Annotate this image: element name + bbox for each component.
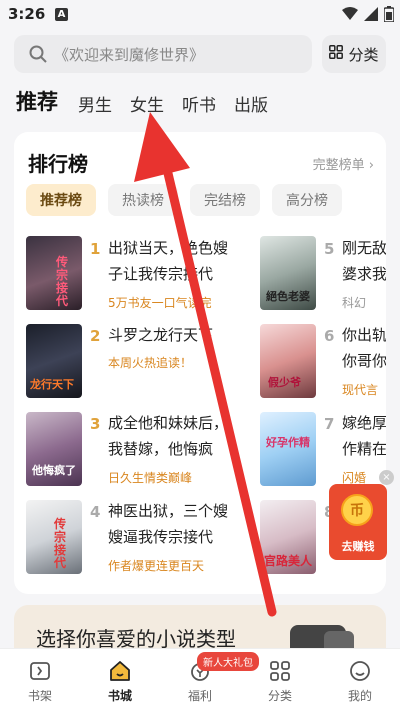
pill-completed[interactable]: 完结榜 bbox=[190, 184, 260, 216]
tab-male[interactable]: 男生 bbox=[78, 91, 112, 120]
notification-icon: A bbox=[55, 8, 68, 21]
book-title[interactable]: 你出轨 bbox=[342, 323, 386, 347]
nav-label: 我的 bbox=[347, 689, 372, 703]
book-cover[interactable]: 假少爷 bbox=[260, 324, 316, 398]
book-title[interactable]: 斗罗之龙行天下 bbox=[108, 323, 213, 347]
tab-audio[interactable]: 听书 bbox=[182, 91, 216, 120]
cover-text: 传宗接代 bbox=[54, 517, 67, 570]
signal-icon bbox=[364, 7, 378, 21]
new-user-gift-badge: 新人大礼包 bbox=[197, 652, 259, 671]
status-bar: 3:26 A bbox=[0, 0, 400, 28]
category-icon bbox=[270, 661, 290, 681]
battery-icon bbox=[384, 6, 394, 22]
ranking-pills: 推荐榜 热读榜 完结榜 高分榜 bbox=[26, 184, 354, 216]
status-time: 3:26 bbox=[8, 5, 46, 23]
rank-number: 6 bbox=[324, 327, 335, 345]
book-cover[interactable]: 官路美人 bbox=[260, 500, 316, 574]
book-title[interactable]: 我替嫁，他悔疯 bbox=[108, 437, 213, 461]
book-title[interactable]: 婆求我 bbox=[342, 262, 386, 286]
tab-recommend[interactable]: 推荐 bbox=[16, 86, 58, 120]
nav-label: 福利 bbox=[187, 689, 212, 703]
book-tag: 5万书友一口气读完 bbox=[108, 296, 212, 310]
cover-text: 官路美人 bbox=[264, 554, 313, 568]
book-tag: 日久生情类巅峰 bbox=[108, 471, 193, 485]
rank-number: 2 bbox=[90, 327, 101, 345]
book-tag: 科幻 bbox=[342, 296, 367, 310]
grid-icon bbox=[329, 45, 344, 63]
category-button[interactable]: 分类 bbox=[322, 35, 386, 73]
book-tag: 现代言 bbox=[342, 383, 379, 397]
book-cover[interactable]: 絕色老婆 bbox=[260, 236, 316, 310]
close-icon[interactable]: × bbox=[379, 470, 394, 485]
book-title[interactable]: 嫁绝厚 bbox=[342, 411, 386, 435]
ranking-title: 排行榜 bbox=[28, 152, 88, 176]
rank-number: 5 bbox=[324, 240, 335, 258]
nav-bookshelf[interactable]: 书架 bbox=[0, 649, 80, 711]
cover-text: 絕色老婆 bbox=[266, 290, 310, 303]
pill-high-score[interactable]: 高分榜 bbox=[272, 184, 342, 216]
rank-number: 3 bbox=[90, 415, 101, 433]
book-cover[interactable]: 龙行天下 bbox=[26, 324, 82, 398]
tab-female[interactable]: 女生 bbox=[130, 91, 164, 120]
rank-number: 4 bbox=[90, 503, 101, 521]
book-cover[interactable]: 传宗接代 bbox=[26, 236, 82, 310]
cover-text: 传宗接代 bbox=[56, 255, 69, 308]
coin-icon: 币 bbox=[341, 494, 373, 526]
cover-text: 假少爷 bbox=[268, 376, 301, 389]
book-title[interactable]: 嫂逼我传宗接代 bbox=[108, 525, 213, 549]
profile-icon bbox=[350, 661, 370, 681]
rank-number: 7 bbox=[324, 415, 335, 433]
book-title[interactable]: 神医出狱，三个嫂 bbox=[108, 499, 228, 523]
book-title[interactable]: 你哥你 bbox=[342, 349, 386, 373]
book-title[interactable]: 作精在 bbox=[342, 437, 386, 461]
pill-hot[interactable]: 热读榜 bbox=[108, 184, 178, 216]
nav-label: 分类 bbox=[267, 689, 292, 703]
nav-label: 书城 bbox=[107, 689, 132, 703]
bookstore-icon bbox=[110, 661, 130, 681]
bookshelf-icon bbox=[30, 662, 50, 680]
book-cover[interactable]: 传宗接代 bbox=[26, 500, 82, 574]
book-cover[interactable]: 他悔疯了 bbox=[26, 412, 82, 486]
rank-number: 1 bbox=[90, 240, 101, 258]
cover-text: 他悔疯了 bbox=[32, 464, 76, 477]
tab-publish[interactable]: 出版 bbox=[234, 91, 268, 120]
wifi-icon bbox=[342, 7, 358, 20]
channel-tabs: 推荐 男生 女生 听书 出版 bbox=[16, 88, 286, 120]
earn-money-label: 去赚钱 bbox=[341, 540, 375, 553]
book-title[interactable]: 出狱当天，绝色嫂 bbox=[108, 236, 228, 260]
nav-bookstore[interactable]: 书城 bbox=[80, 649, 160, 711]
earn-money-widget[interactable]: 币 去赚钱 bbox=[329, 484, 387, 560]
nav-profile[interactable]: 我的 bbox=[320, 649, 400, 711]
book-cover[interactable]: 好孕作精 bbox=[260, 412, 316, 486]
book-tag: 作者爆更连更百天 bbox=[108, 559, 205, 573]
category-label: 分类 bbox=[348, 45, 379, 64]
search-bar[interactable]: 《欢迎来到魔修世界》 bbox=[14, 35, 312, 73]
nav-label: 书架 bbox=[27, 689, 52, 703]
book-title[interactable]: 刚无敌 bbox=[342, 236, 386, 260]
cover-text: 龙行天下 bbox=[30, 378, 74, 391]
pill-recommend[interactable]: 推荐榜 bbox=[26, 184, 96, 216]
book-title[interactable]: 子让我传宗接代 bbox=[108, 262, 213, 286]
book-title[interactable]: 成全他和妹妹后， bbox=[108, 411, 228, 435]
cover-text: 好孕作精 bbox=[266, 436, 310, 449]
search-icon bbox=[28, 44, 48, 64]
search-placeholder: 《欢迎来到魔修世界》 bbox=[54, 45, 205, 64]
full-ranking-link[interactable]: 完整榜单 › bbox=[313, 154, 374, 173]
book-tag: 本周火热追读！ bbox=[108, 356, 193, 370]
